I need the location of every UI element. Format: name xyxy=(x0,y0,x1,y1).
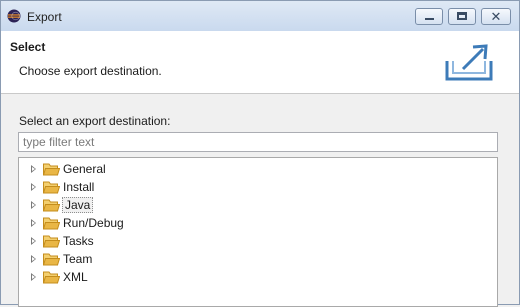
close-icon: ✕ xyxy=(490,9,502,24)
maximize-icon xyxy=(457,12,467,20)
tree-item-label: Team xyxy=(63,252,93,266)
eclipse-icon xyxy=(7,9,21,23)
folder-icon xyxy=(43,253,60,266)
page-description: Choose export destination. xyxy=(19,64,162,78)
tree-item-xml[interactable]: XML xyxy=(19,268,319,286)
tree-item-run-debug[interactable]: Run/Debug xyxy=(19,214,319,232)
expand-triangle-icon[interactable] xyxy=(31,237,36,245)
folder-icon xyxy=(43,181,60,194)
destination-tree[interactable]: General Install Java Run/Debug Tasks Tea… xyxy=(18,157,498,307)
expand-triangle-icon[interactable] xyxy=(31,165,36,173)
maximize-button[interactable] xyxy=(448,8,476,25)
expand-triangle-icon[interactable] xyxy=(31,255,36,263)
tree-item-label: Run/Debug xyxy=(63,216,124,230)
wizard-header: Select Choose export destination. xyxy=(1,31,519,94)
tree-item-java[interactable]: Java xyxy=(19,196,319,214)
minimize-icon xyxy=(425,18,434,20)
tree-item-label: Java xyxy=(62,197,94,213)
export-wizard-graphic xyxy=(445,44,493,81)
tree-item-label: General xyxy=(63,162,106,176)
expand-triangle-icon[interactable] xyxy=(31,219,36,227)
wizard-body: Select an export destination: General In… xyxy=(1,94,519,307)
tree-item-team[interactable]: Team xyxy=(19,250,319,268)
folder-icon xyxy=(43,271,60,284)
tree-item-label: XML xyxy=(63,270,88,284)
expand-triangle-icon[interactable] xyxy=(31,201,36,209)
folder-icon xyxy=(43,163,60,176)
title-bar[interactable]: Export ✕ xyxy=(1,1,519,31)
folder-icon xyxy=(43,235,60,248)
tree-item-install[interactable]: Install xyxy=(19,178,319,196)
page-title: Select xyxy=(10,40,46,54)
export-dialog: Export ✕ Select Choose export destinatio… xyxy=(0,0,520,307)
expand-triangle-icon[interactable] xyxy=(31,183,36,191)
tree-item-label: Tasks xyxy=(63,234,94,248)
filter-input[interactable] xyxy=(18,132,498,152)
tree-item-label: Install xyxy=(63,180,95,194)
tree-item-tasks[interactable]: Tasks xyxy=(19,232,319,250)
folder-icon xyxy=(43,199,60,212)
folder-icon xyxy=(43,217,60,230)
destination-label: Select an export destination: xyxy=(19,114,171,128)
window-title: Export xyxy=(27,10,62,24)
tree-item-general[interactable]: General xyxy=(19,160,319,178)
expand-triangle-icon[interactable] xyxy=(31,273,36,281)
close-button[interactable]: ✕ xyxy=(481,8,511,25)
minimize-button[interactable] xyxy=(415,8,443,25)
